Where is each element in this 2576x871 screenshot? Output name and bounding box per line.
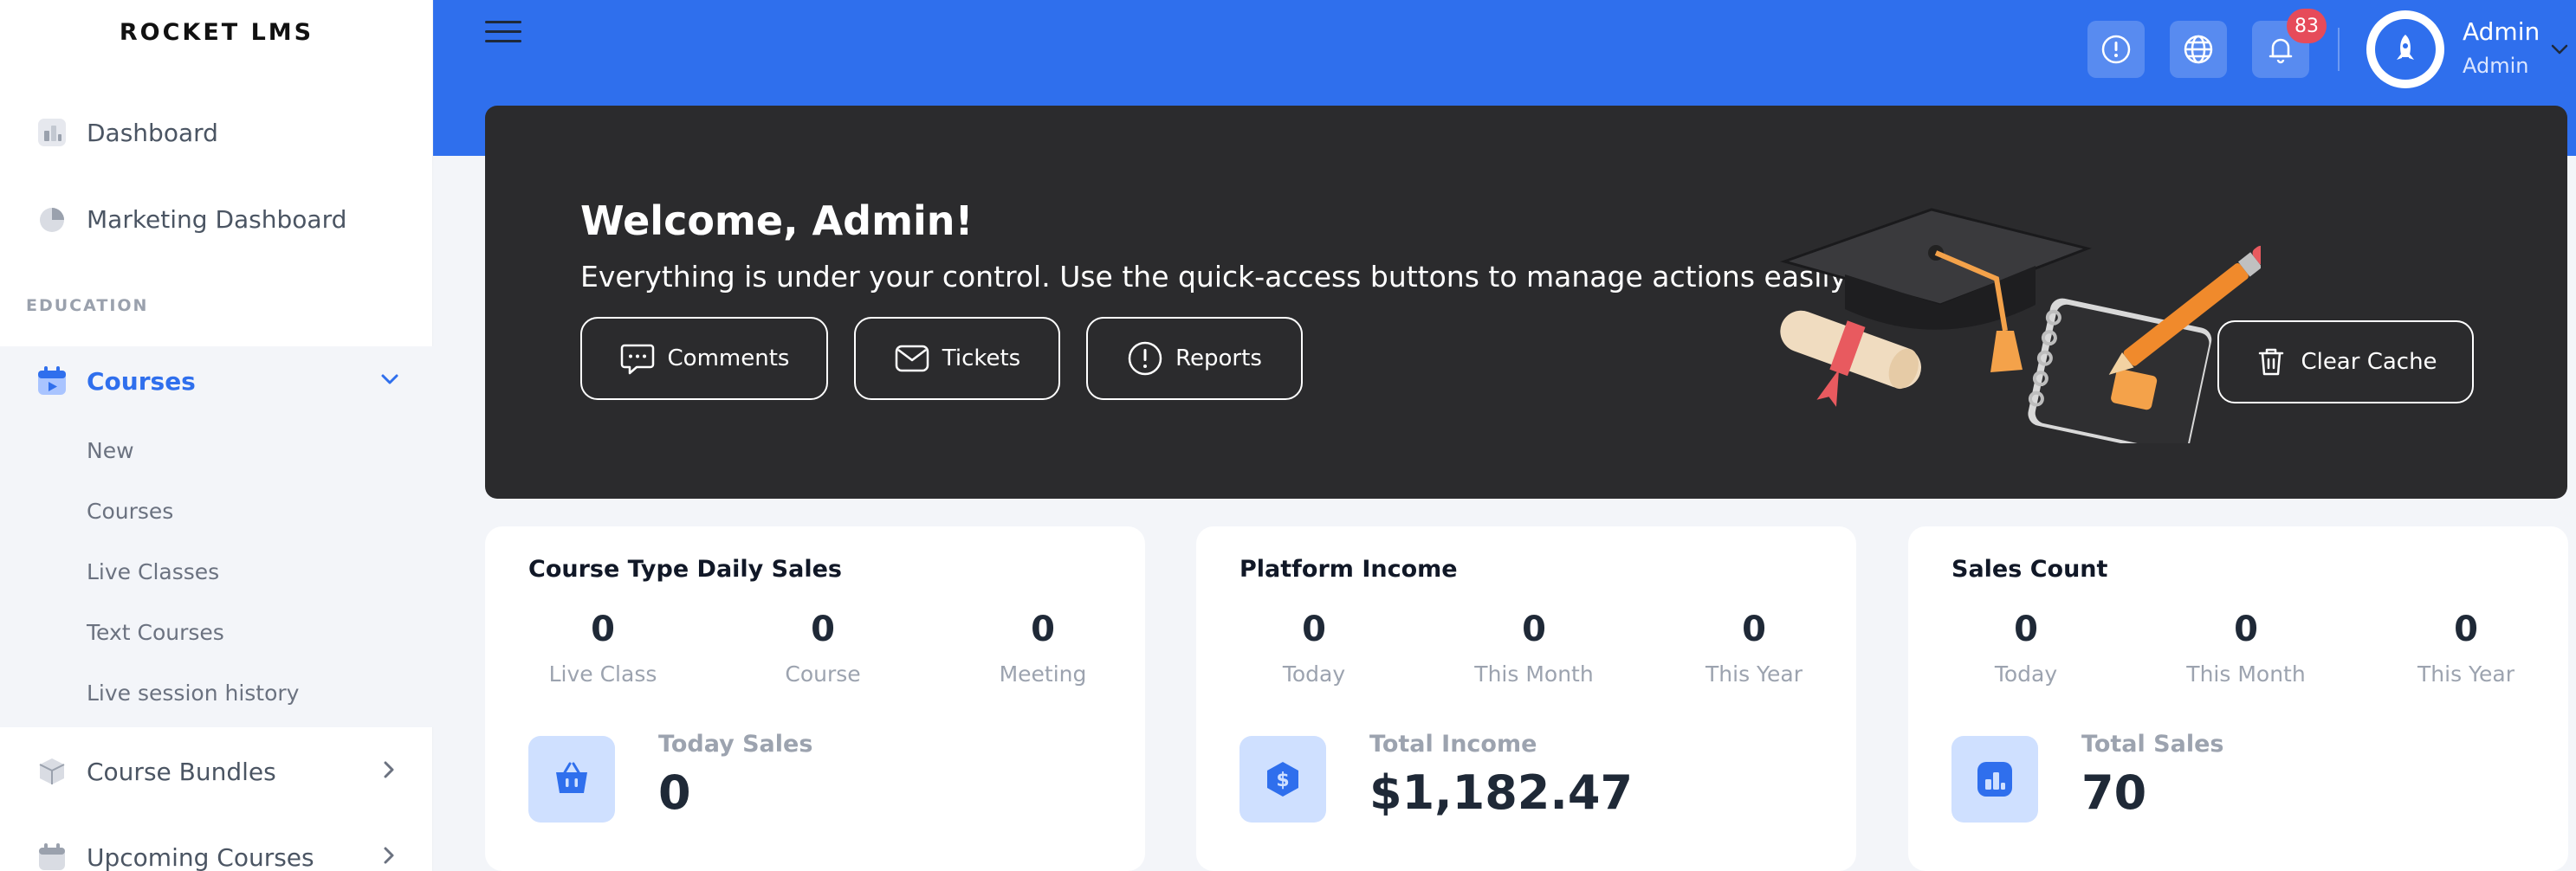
stat-value: 0 [1742, 610, 1766, 649]
globe-icon [2184, 35, 2213, 64]
notification-count-badge: 83 [2287, 9, 2327, 43]
banner-subtitle: Everything is under your control. Use th… [580, 260, 1852, 294]
stat-label: This Year [2417, 661, 2515, 687]
user-role: Admin [2463, 54, 2529, 78]
stat-live-class: 0 Live Class [508, 610, 698, 687]
alert-circle-icon [1128, 341, 1162, 376]
card-title: Platform Income [1239, 556, 1458, 583]
stat-label: Course [785, 661, 861, 687]
dollar-icon: $ [1239, 736, 1326, 823]
banner-title: Welcome, Admin! [580, 197, 974, 244]
total-value: $1,182.47 [1369, 765, 1634, 820]
sidebar-item-marketing-dashboard[interactable]: Marketing Dashboard [0, 189, 433, 249]
package-icon [35, 754, 69, 789]
stat-this-year: 0 This Year [2371, 610, 2561, 687]
shopping-basket-icon [528, 736, 615, 823]
chevron-right-icon [379, 846, 398, 868]
stat-value: 0 [2454, 610, 2478, 649]
comments-label: Comments [667, 345, 790, 371]
sidebar-subitem-new[interactable]: New [87, 438, 134, 463]
sidebar-item-label: Marketing Dashboard [87, 204, 347, 234]
total-value: 0 [658, 765, 691, 820]
stat-label: This Month [2186, 661, 2306, 687]
total-label: Total Income [1369, 731, 1537, 758]
calendar-video-icon [35, 364, 69, 398]
avatar[interactable] [2366, 10, 2444, 88]
stat-value: 0 [591, 610, 615, 649]
chevron-down-icon[interactable] [2550, 40, 2569, 62]
svg-text:$: $ [1276, 770, 1289, 791]
stat-this-year: 0 This Year [1659, 610, 1849, 687]
sidebar-item-upcoming-courses[interactable]: Upcoming Courses [0, 827, 433, 871]
hamburger-menu-icon[interactable] [485, 21, 521, 45]
sidebar-item-dashboard[interactable]: Dashboard [0, 102, 433, 163]
dashboard-icon [35, 115, 69, 150]
sidebar-subitem-live-session-history[interactable]: Live session history [87, 681, 299, 706]
sidebar-item-label: Courses [87, 366, 196, 396]
clear-cache-label: Clear Cache [2301, 349, 2437, 375]
alert-button[interactable] [2087, 21, 2145, 78]
card-title: Course Type Daily Sales [528, 556, 842, 583]
stat-today: 0 Today [1219, 610, 1409, 687]
calendar-icon [35, 840, 69, 871]
courses-group: Courses New Courses Live Classes Text Co… [0, 346, 433, 727]
stat-label: Live Class [548, 661, 657, 687]
stat-value: 0 [1302, 610, 1326, 649]
stat-value: 0 [2014, 610, 2038, 649]
stat-value: 0 [1522, 610, 1546, 649]
total-label: Today Sales [658, 731, 813, 758]
alert-icon [2101, 35, 2131, 64]
sidebar-item-label: Dashboard [87, 118, 218, 147]
stat-value: 0 [811, 610, 835, 649]
section-label-education: EDUCATION [26, 296, 149, 315]
pie-chart-icon [35, 202, 69, 236]
welcome-banner: Welcome, Admin! Everything is under your… [485, 106, 2567, 499]
comment-icon [620, 344, 654, 375]
user-name[interactable]: Admin [2463, 17, 2540, 46]
chevron-right-icon [379, 760, 398, 783]
total-label: Total Sales [2081, 731, 2224, 758]
sidebar-subitem-text-courses[interactable]: Text Courses [87, 620, 224, 645]
topbar-divider [2338, 28, 2340, 71]
comments-button[interactable]: Comments [580, 317, 828, 400]
sidebar-item-label: Upcoming Courses [87, 842, 314, 871]
stat-label: This Month [1474, 661, 1594, 687]
sidebar-item-courses[interactable]: Courses [0, 346, 433, 416]
stat-label: This Year [1705, 661, 1803, 687]
stat-today: 0 Today [1931, 610, 2121, 687]
sidebar-subitem-live-classes[interactable]: Live Classes [87, 559, 219, 584]
chevron-down-icon[interactable] [379, 369, 400, 393]
language-button[interactable] [2170, 21, 2227, 78]
card-course-type-daily-sales: Course Type Daily Sales 0 Live Class 0 C… [485, 526, 1145, 871]
total-value: 70 [2081, 765, 2147, 820]
reports-button[interactable]: Reports [1086, 317, 1303, 400]
reports-label: Reports [1175, 345, 1262, 371]
sidebar-item-course-bundles[interactable]: Course Bundles [0, 741, 433, 802]
stat-this-month: 0 This Month [1439, 610, 1629, 687]
stat-label: Today [1994, 661, 2058, 687]
sidebar: ROCKET LMS Dashboard Marketing Dashboard… [0, 0, 433, 871]
envelope-icon [895, 345, 929, 372]
stat-label: Today [1282, 661, 1346, 687]
stat-value: 0 [1031, 610, 1055, 649]
brand-logo[interactable]: ROCKET LMS [0, 19, 433, 46]
stat-label: Meeting [999, 661, 1087, 687]
card-title: Sales Count [1951, 556, 2108, 583]
trash-icon [2259, 348, 2284, 376]
bar-chart-icon [1951, 736, 2038, 823]
clear-cache-button[interactable]: Clear Cache [2217, 320, 2474, 403]
card-platform-income: Platform Income 0 Today 0 This Month 0 T… [1196, 526, 1856, 871]
sidebar-subitem-courses[interactable]: Courses [87, 499, 173, 524]
stat-this-month: 0 This Month [2151, 610, 2341, 687]
stat-course: 0 Course [728, 610, 918, 687]
graduation-illustration [1780, 208, 2261, 443]
tickets-button[interactable]: Tickets [854, 317, 1060, 400]
tickets-label: Tickets [942, 345, 1021, 371]
card-sales-count: Sales Count 0 Today 0 This Month 0 This … [1908, 526, 2568, 871]
stat-meeting: 0 Meeting [948, 610, 1138, 687]
sidebar-item-label: Course Bundles [87, 757, 276, 786]
rocket-icon [2375, 19, 2436, 80]
stat-value: 0 [2234, 610, 2258, 649]
